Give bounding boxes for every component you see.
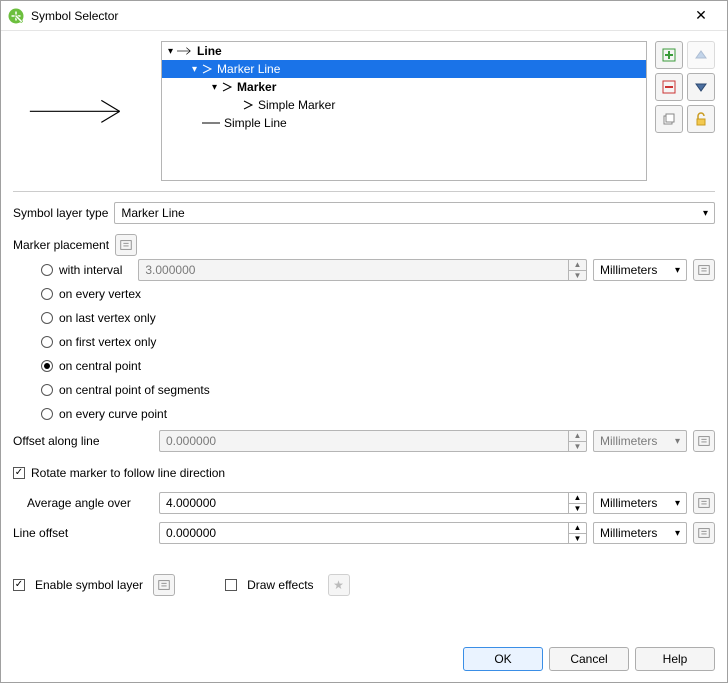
chevron-down-icon: ▾ [212, 82, 217, 93]
unit-value: Millimeters [600, 434, 657, 448]
radio-label: with interval [59, 263, 122, 277]
arrow-icon [177, 45, 193, 57]
enable-symbol-layer-checkbox[interactable]: ✓ [13, 579, 25, 591]
unit-value: Millimeters [600, 526, 657, 540]
symbol-preview [13, 41, 153, 181]
tree-label: Marker Line [217, 62, 280, 76]
dropdown-icon: ▾ [703, 208, 708, 219]
data-defined-button[interactable] [115, 234, 137, 256]
layer-tree[interactable]: ▾ Line ▾ Marker Line ▾ Marker [161, 41, 647, 181]
radio-central-point[interactable] [41, 360, 53, 372]
marker-placement-label: Marker placement [13, 238, 109, 252]
data-defined-button[interactable] [693, 430, 715, 452]
offset-along-label: Offset along line [13, 434, 153, 448]
remove-layer-button[interactable] [655, 73, 683, 101]
tree-node-marker[interactable]: ▾ Marker [162, 78, 646, 96]
duplicate-layer-button[interactable] [655, 105, 683, 133]
symbol-layer-type-value: Marker Line [121, 206, 184, 220]
tree-label: Simple Line [224, 116, 287, 130]
rotate-marker-checkbox[interactable]: ✓ [13, 467, 25, 479]
radio-with-interval[interactable] [41, 264, 53, 276]
symbol-layer-type-combo[interactable]: Marker Line ▾ [114, 202, 715, 224]
avg-angle-unit[interactable]: Millimeters ▾ [593, 492, 687, 514]
offset-along-input[interactable]: ▲▼ [159, 430, 587, 452]
symbol-layer-type-label: Symbol layer type [13, 206, 108, 220]
tree-node-line[interactable]: ▾ Line [162, 42, 646, 60]
tree-node-simple-marker[interactable]: Simple Marker [162, 96, 646, 114]
radio-every-curve[interactable] [41, 408, 53, 420]
chevron-right-icon [201, 63, 213, 75]
dropdown-icon: ▾ [675, 528, 680, 539]
dropdown-icon: ▾ [675, 265, 680, 276]
help-button[interactable]: Help [635, 647, 715, 671]
chevron-right-icon [242, 99, 254, 111]
radio-label: on first vertex only [59, 335, 156, 349]
draw-effects-checkbox[interactable] [225, 579, 237, 591]
dropdown-icon: ▾ [675, 436, 680, 447]
radio-every-vertex[interactable] [41, 288, 53, 300]
radio-label: on every curve point [59, 407, 167, 421]
unit-value: Millimeters [600, 496, 657, 510]
data-defined-button[interactable] [153, 574, 175, 596]
rotate-marker-label: Rotate marker to follow line direction [31, 466, 225, 480]
radio-label: on central point of segments [59, 383, 210, 397]
add-layer-button[interactable] [655, 41, 683, 69]
ok-button[interactable]: OK [463, 647, 543, 671]
avg-angle-input[interactable]: ▲▼ [159, 492, 587, 514]
offset-along-unit[interactable]: Millimeters ▾ [593, 430, 687, 452]
tree-node-marker-line[interactable]: ▾ Marker Line [162, 60, 646, 78]
tree-label: Marker [237, 80, 276, 94]
line-offset-unit[interactable]: Millimeters ▾ [593, 522, 687, 544]
spin-down[interactable]: ▼ [569, 270, 586, 281]
chevron-right-icon [221, 81, 233, 93]
move-down-button[interactable] [687, 73, 715, 101]
lock-button[interactable] [687, 105, 715, 133]
line-icon [202, 117, 220, 129]
interval-input[interactable]: ▲▼ [138, 259, 587, 281]
cancel-button[interactable]: Cancel [549, 647, 629, 671]
spin-up[interactable]: ▲ [569, 260, 586, 270]
spin-down[interactable]: ▼ [569, 503, 586, 514]
close-button[interactable]: ✕ [681, 7, 721, 24]
radio-label: on last vertex only [59, 311, 156, 325]
dropdown-icon: ▾ [675, 498, 680, 509]
placement-with-interval-row: with interval ▲▼ Millimeters ▾ [27, 258, 715, 282]
chevron-down-icon: ▾ [192, 64, 197, 75]
data-defined-button[interactable] [693, 522, 715, 544]
chevron-down-icon: ▾ [168, 46, 173, 57]
tree-label: Simple Marker [258, 98, 335, 112]
radio-last-vertex[interactable] [41, 312, 53, 324]
data-defined-button[interactable] [693, 492, 715, 514]
tree-node-simple-line[interactable]: Simple Line [162, 114, 646, 132]
line-offset-input[interactable]: ▲▼ [159, 522, 587, 544]
enable-layer-label: Enable symbol layer [35, 578, 143, 592]
radio-label: on central point [59, 359, 141, 373]
radio-label: on every vertex [59, 287, 141, 301]
line-offset-label: Line offset [13, 526, 153, 540]
radio-first-vertex[interactable] [41, 336, 53, 348]
avg-angle-label: Average angle over [27, 496, 153, 510]
window-title: Symbol Selector [31, 9, 681, 23]
draw-effects-label: Draw effects [247, 578, 313, 592]
interval-unit-combo[interactable]: Millimeters ▾ [593, 259, 687, 281]
app-icon [7, 7, 25, 25]
spin-down[interactable]: ▼ [569, 533, 586, 544]
data-defined-button[interactable] [693, 259, 715, 281]
spin-up[interactable]: ▲ [569, 523, 586, 533]
tree-label: Line [197, 44, 222, 58]
effects-config-button[interactable]: ★ [328, 574, 350, 596]
radio-central-segments[interactable] [41, 384, 53, 396]
spin-up[interactable]: ▲ [569, 493, 586, 503]
spin-down[interactable]: ▼ [569, 441, 586, 452]
spin-up[interactable]: ▲ [569, 431, 586, 441]
unit-value: Millimeters [600, 263, 657, 277]
move-up-button[interactable] [687, 41, 715, 69]
